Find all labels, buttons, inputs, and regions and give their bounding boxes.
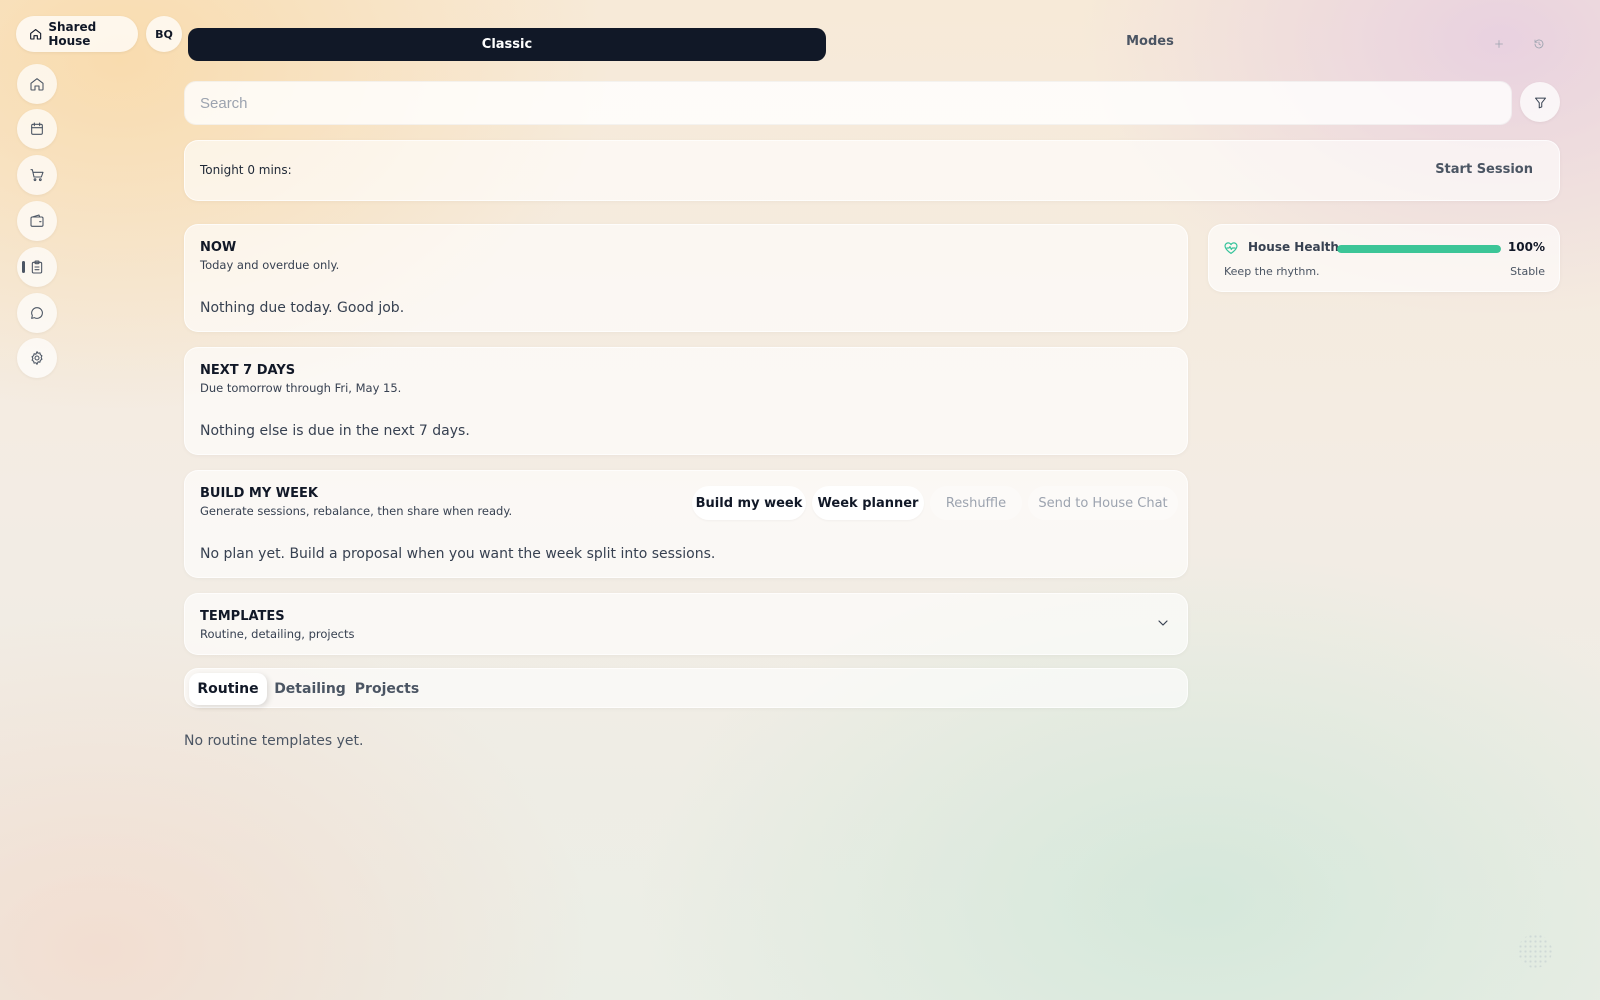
sidebar-item-calendar[interactable] bbox=[17, 109, 57, 149]
history-button[interactable] bbox=[1529, 34, 1549, 54]
mode-classic-button[interactable]: Classic bbox=[188, 28, 826, 61]
session-card: Tonight 0 mins: Start Session bbox=[184, 140, 1560, 201]
session-duration: Tonight 0 mins: bbox=[200, 163, 292, 177]
send-to-house-chat-button[interactable]: Send to House Chat bbox=[1028, 486, 1178, 520]
filter-button[interactable] bbox=[1520, 82, 1560, 122]
filter-icon bbox=[1534, 97, 1546, 108]
clipboard-icon bbox=[31, 260, 43, 274]
active-nav-indicator bbox=[22, 261, 25, 273]
wallet-icon bbox=[30, 214, 44, 227]
chevron-down-icon bbox=[1158, 620, 1168, 626]
gear-icon bbox=[31, 351, 43, 365]
house-health-subtitle: Keep the rhythm. bbox=[1224, 265, 1320, 278]
next7-empty-message: Nothing else is due in the next 7 days. bbox=[200, 423, 470, 439]
cart-icon bbox=[30, 169, 44, 182]
home-icon bbox=[30, 78, 44, 91]
home-icon bbox=[30, 29, 42, 40]
sidebar-item-chat[interactable] bbox=[17, 293, 57, 333]
house-health-card: House Health 100% Keep the rhythm. Stabl… bbox=[1208, 224, 1560, 292]
next7-title: NEXT 7 DAYS bbox=[200, 363, 296, 378]
house-health-bar-fill bbox=[1337, 245, 1501, 253]
build-week-empty-message: No plan yet. Build a proposal when you w… bbox=[200, 546, 716, 562]
house-health-title: House Health bbox=[1248, 240, 1339, 254]
week-planner-button[interactable]: Week planner bbox=[812, 486, 924, 520]
tab-detailing[interactable]: Detailing bbox=[274, 673, 346, 705]
sidebar-item-shopping[interactable] bbox=[17, 155, 57, 195]
history-icon bbox=[1534, 39, 1544, 49]
templates-card[interactable]: TEMPLATES Routine, detailing, projects bbox=[184, 593, 1188, 655]
now-empty-message: Nothing due today. Good job. bbox=[200, 300, 405, 316]
tab-projects[interactable]: Projects bbox=[355, 673, 419, 705]
reshuffle-button[interactable]: Reshuffle bbox=[930, 486, 1022, 520]
next7-subtitle: Due tomorrow through Fri, May 15. bbox=[200, 381, 402, 395]
user-avatar[interactable]: BQ bbox=[146, 16, 182, 52]
house-health-percent: 100% bbox=[1507, 240, 1545, 254]
sidebar-item-settings[interactable] bbox=[17, 338, 57, 378]
house-name: Shared House bbox=[48, 20, 97, 48]
build-my-week-button[interactable]: Build my week bbox=[692, 486, 806, 520]
templates-tabs: Routine Detailing Projects bbox=[184, 668, 1188, 708]
tab-routine[interactable]: Routine bbox=[189, 673, 267, 705]
templates-empty-message: No routine templates yet. bbox=[184, 733, 364, 749]
add-button[interactable] bbox=[1489, 34, 1509, 54]
next7-card: NEXT 7 DAYS Due tomorrow through Fri, Ma… bbox=[184, 347, 1188, 455]
templates-subtitle: Routine, detailing, projects bbox=[200, 627, 355, 641]
modes-button[interactable]: Modes bbox=[1100, 34, 1200, 49]
now-card: NOW Today and overdue only. Nothing due … bbox=[184, 224, 1188, 332]
plus-icon bbox=[1495, 40, 1503, 48]
calendar-icon bbox=[31, 122, 43, 135]
now-title: NOW bbox=[200, 240, 237, 255]
search-input[interactable] bbox=[184, 81, 1512, 125]
sidebar-item-wallet[interactable] bbox=[17, 201, 57, 241]
decorative-dots bbox=[1518, 934, 1552, 968]
build-week-title: BUILD MY WEEK bbox=[200, 486, 318, 501]
start-session-button[interactable]: Start Session bbox=[1435, 162, 1533, 177]
house-switcher[interactable]: Shared House bbox=[16, 16, 138, 52]
build-week-card: BUILD MY WEEK Generate sessions, rebalan… bbox=[184, 470, 1188, 578]
house-health-bar bbox=[1337, 245, 1501, 253]
build-week-subtitle: Generate sessions, rebalance, then share… bbox=[200, 504, 513, 518]
heart-pulse-icon bbox=[1223, 240, 1239, 256]
chat-icon bbox=[31, 307, 43, 319]
now-subtitle: Today and overdue only. bbox=[200, 258, 340, 272]
templates-toggle[interactable] bbox=[1155, 615, 1171, 631]
house-health-status: Stable bbox=[1510, 265, 1545, 278]
sidebar-item-home[interactable] bbox=[17, 64, 57, 104]
templates-title: TEMPLATES bbox=[200, 609, 285, 624]
